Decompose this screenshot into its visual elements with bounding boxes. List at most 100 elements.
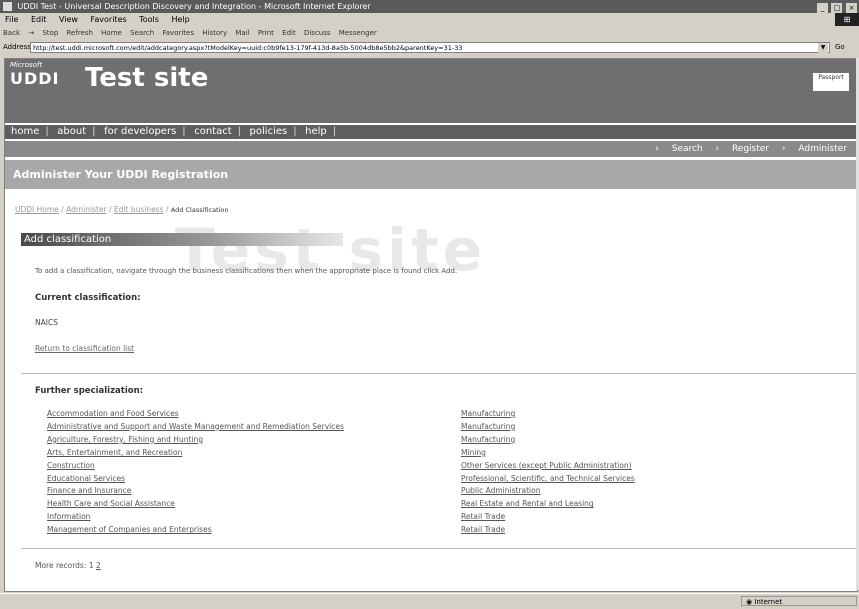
classification-link[interactable]: Manufacturing bbox=[461, 421, 635, 434]
menu-bar: File Edit View Favorites Tools Help ⊞ bbox=[0, 13, 859, 26]
menu-favorites[interactable]: Favorites bbox=[91, 15, 127, 24]
classification-link[interactable]: Public Administration bbox=[461, 485, 635, 498]
menu-edit[interactable]: Edit bbox=[31, 15, 47, 24]
nav-contact[interactable]: contact bbox=[194, 126, 231, 137]
uddi-logo[interactable]: UDDI bbox=[10, 69, 60, 88]
address-label: Address bbox=[3, 43, 31, 51]
classification-link[interactable]: Health Care and Social Assistance bbox=[47, 498, 344, 511]
subnav-administer[interactable]: › Administer bbox=[782, 144, 847, 154]
window-title-bar: UDDI Test - Universal Description Discov… bbox=[0, 0, 859, 13]
print-button[interactable]: Print bbox=[258, 29, 274, 37]
pagination: More records: 1 2 bbox=[35, 561, 101, 570]
window-controls: _ □ × bbox=[816, 1, 857, 13]
divider bbox=[21, 373, 857, 374]
nav-for-developers[interactable]: for developers bbox=[104, 126, 176, 137]
search-button[interactable]: Search bbox=[130, 29, 154, 37]
section-header: Add classification bbox=[21, 233, 343, 246]
classification-link[interactable]: Accommodation and Food Services bbox=[47, 408, 344, 421]
nav-home[interactable]: home bbox=[11, 126, 39, 137]
mail-button[interactable]: Mail bbox=[235, 29, 249, 37]
section-title: Add classification bbox=[24, 234, 112, 245]
classification-link[interactable]: Educational Services bbox=[47, 473, 344, 486]
breadcrumb-link-administer[interactable]: Administer bbox=[66, 205, 107, 214]
classification-link[interactable]: Manufacturing bbox=[461, 408, 635, 421]
breadcrumb-current: Add Classification bbox=[170, 206, 229, 214]
classification-link[interactable]: Manufacturing bbox=[461, 434, 635, 447]
nav-separator: | bbox=[92, 126, 96, 137]
go-button[interactable]: Go bbox=[835, 43, 845, 51]
address-input[interactable]: http://test.uddi.microsoft.com/edit/addc… bbox=[30, 42, 830, 53]
favorites-button[interactable]: Favorites bbox=[162, 29, 194, 37]
chevron-down-icon[interactable]: ▼ bbox=[818, 43, 828, 53]
forward-button[interactable]: → bbox=[28, 29, 34, 37]
classification-link[interactable]: Construction bbox=[47, 460, 344, 473]
page-viewport: Microsoft UDDI Test site Passport home | … bbox=[4, 58, 858, 592]
nav-policies[interactable]: policies bbox=[250, 126, 288, 137]
classification-link[interactable]: Agriculture, Forestry, Fishing and Hunti… bbox=[47, 434, 344, 447]
nav-separator: | bbox=[45, 126, 49, 137]
classification-link[interactable]: Retail Trade bbox=[461, 511, 635, 524]
breadcrumb-link-home[interactable]: UDDI Home bbox=[15, 205, 59, 214]
security-zone: ◉ Internet bbox=[741, 596, 857, 606]
edit-button[interactable]: Edit bbox=[282, 29, 296, 37]
nav-separator: | bbox=[237, 126, 241, 137]
menu-view[interactable]: View bbox=[59, 15, 78, 24]
main-nav: home | about | for developers | contact | po… bbox=[5, 125, 857, 139]
classification-link[interactable]: Real Estate and Rental and Leasing bbox=[461, 498, 635, 511]
site-title: Test site bbox=[85, 63, 209, 93]
window-title: UDDI Test - Universal Description Discov… bbox=[17, 2, 371, 11]
current-classification-label: Current classification: bbox=[35, 293, 141, 303]
microsoft-label: Microsoft bbox=[10, 61, 43, 69]
classification-link[interactable]: Retail Trade bbox=[461, 524, 635, 537]
site-banner: Microsoft UDDI Test site Passport bbox=[5, 59, 857, 123]
page-1: 1 bbox=[88, 561, 94, 570]
instructions-text: To add a classification, navigate throug… bbox=[35, 267, 458, 275]
classification-link[interactable]: Administrative and Support and Waste Man… bbox=[47, 421, 344, 434]
maximize-button[interactable]: □ bbox=[831, 3, 843, 13]
minimize-button[interactable]: _ bbox=[816, 3, 828, 13]
classification-link[interactable]: Other Services (except Public Administra… bbox=[461, 460, 635, 473]
classification-list-left: Accommodation and Food Services Administ… bbox=[47, 408, 344, 537]
nav-separator: | bbox=[332, 126, 337, 137]
nav-separator: | bbox=[293, 126, 297, 137]
discuss-button[interactable]: Discuss bbox=[304, 29, 331, 37]
classification-link[interactable]: Information bbox=[47, 511, 344, 524]
menu-help[interactable]: Help bbox=[171, 15, 189, 24]
stop-button[interactable]: Stop bbox=[42, 29, 58, 37]
return-to-list-link[interactable]: Return to classification list bbox=[35, 344, 134, 353]
address-bar: Address http://test.uddi.microsoft.com/e… bbox=[0, 41, 859, 55]
status-bar: ◉ Internet bbox=[0, 593, 859, 609]
sub-nav: › Search › Register › Administer bbox=[5, 141, 857, 157]
passport-button[interactable]: Passport bbox=[813, 73, 849, 91]
classification-link[interactable]: Finance and Insurance bbox=[47, 485, 344, 498]
classification-list-right: Manufacturing Manufacturing Manufacturin… bbox=[461, 408, 635, 537]
globe-icon: ◉ bbox=[746, 598, 753, 606]
ie-icon bbox=[3, 2, 12, 11]
windows-logo-icon: ⊞ bbox=[835, 13, 859, 26]
subnav-search[interactable]: › Search bbox=[655, 144, 702, 154]
classification-link[interactable]: Management of Companies and Enterprises bbox=[47, 524, 344, 537]
classification-link[interactable]: Professional, Scientific, and Technical … bbox=[461, 473, 635, 486]
breadcrumb: UDDI Home / Administer / Edit business /… bbox=[15, 205, 229, 214]
subnav-register[interactable]: › Register bbox=[715, 144, 769, 154]
nav-separator: | bbox=[182, 126, 186, 137]
toolbar: Back → Stop Refresh Home Search Favorite… bbox=[0, 26, 859, 40]
nav-help[interactable]: help bbox=[305, 126, 327, 137]
menu-file[interactable]: File bbox=[5, 15, 18, 24]
menu-tools[interactable]: Tools bbox=[139, 15, 159, 24]
page-header: Administer Your UDDI Registration bbox=[5, 160, 857, 189]
divider bbox=[21, 548, 857, 549]
back-button[interactable]: Back bbox=[3, 29, 20, 37]
page-2-link[interactable]: 2 bbox=[96, 561, 101, 570]
further-specialization-label: Further specialization: bbox=[35, 386, 144, 396]
close-button[interactable]: × bbox=[846, 3, 857, 13]
nav-about[interactable]: about bbox=[57, 126, 86, 137]
refresh-button[interactable]: Refresh bbox=[67, 29, 93, 37]
classification-link[interactable]: Mining bbox=[461, 447, 635, 460]
history-button[interactable]: History bbox=[202, 29, 227, 37]
messenger-button[interactable]: Messenger bbox=[339, 29, 377, 37]
current-classification-value: NAICS bbox=[35, 318, 58, 327]
breadcrumb-link-edit-business[interactable]: Edit business bbox=[114, 205, 164, 214]
classification-link[interactable]: Arts, Entertainment, and Recreation bbox=[47, 447, 344, 460]
home-button[interactable]: Home bbox=[101, 29, 122, 37]
